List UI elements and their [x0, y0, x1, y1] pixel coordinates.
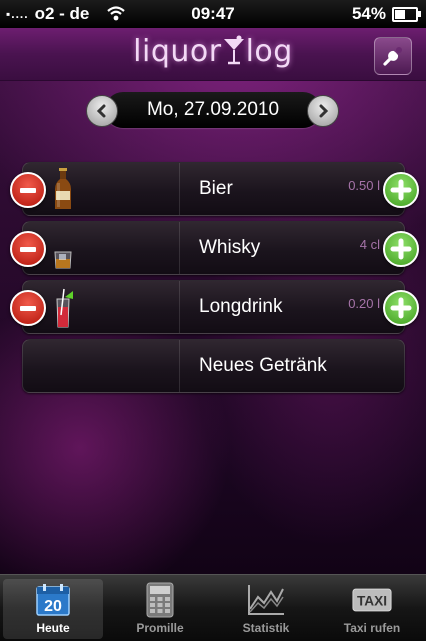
- drink-row-longdrink[interactable]: Longdrink 0.20 l: [22, 280, 405, 334]
- drink-amount: 0.50 l: [348, 178, 380, 193]
- tab-bar: 20 Heute Promille Statistik TAXI Taxi ru…: [0, 574, 426, 641]
- drink-name: Longdrink: [199, 296, 283, 317]
- current-date: Mo, 27.09.2010: [105, 92, 321, 128]
- status-bar: ▪.... o2 - de 09:47 54%: [0, 0, 426, 28]
- settings-button[interactable]: [374, 37, 412, 75]
- minus-icon: [20, 187, 36, 193]
- tab-label: Taxi rufen: [343, 621, 401, 635]
- add-bier-button[interactable]: [383, 172, 419, 208]
- whisky-glass-icon: [54, 251, 72, 269]
- drink-row-whisky[interactable]: Whisky 4 cl: [22, 221, 405, 275]
- martini-glass-icon: [223, 35, 244, 65]
- calculator-icon: [140, 581, 180, 619]
- calendar-icon: 20: [33, 581, 73, 619]
- logo-text-right: log: [245, 34, 293, 69]
- new-drink-label: Neues Getränk: [199, 355, 327, 376]
- tab-label: Promille: [136, 621, 184, 635]
- remove-whisky-button[interactable]: [10, 231, 46, 267]
- taxi-icon: TAXI: [352, 581, 392, 619]
- drink-amount: 4 cl: [359, 237, 380, 252]
- add-whisky-button[interactable]: [383, 231, 419, 267]
- beer-bottle-icon: [55, 168, 71, 209]
- minus-icon: [20, 305, 36, 311]
- battery-icon: [392, 6, 421, 22]
- tab-label: Heute: [36, 621, 70, 635]
- next-day-button[interactable]: [307, 95, 339, 127]
- chart-icon: [246, 581, 286, 619]
- chevron-left-icon: [96, 104, 106, 118]
- remove-bier-button[interactable]: [10, 172, 46, 208]
- wrench-icon: [383, 47, 402, 66]
- date-navigation: Mo, 27.09.2010: [0, 90, 426, 130]
- drink-name: Whisky: [199, 237, 261, 258]
- taxi-sign-text: TAXI: [357, 593, 387, 608]
- previous-day-button[interactable]: [86, 95, 118, 127]
- tab-heute[interactable]: 20 Heute: [3, 579, 103, 639]
- longdrink-glass-icon: [56, 288, 73, 328]
- drink-name: Bier: [199, 178, 233, 199]
- battery-percent: 54%: [351, 4, 386, 23]
- add-longdrink-button[interactable]: [383, 290, 419, 326]
- tab-taxi-rufen[interactable]: TAXI Taxi rufen: [322, 579, 422, 639]
- nav-bar: liquor log: [0, 28, 426, 81]
- remove-longdrink-button[interactable]: [10, 290, 46, 326]
- drink-row-bier[interactable]: Bier 0.50 l: [22, 162, 405, 216]
- app-screen: liquor log Mo, 27.09.2010 Bier 0.50 l Wh…: [0, 28, 426, 574]
- calendar-day: 20: [44, 598, 62, 615]
- minus-icon: [20, 246, 36, 252]
- new-drink-button[interactable]: Neues Getränk: [22, 339, 405, 393]
- chevron-right-icon: [319, 104, 329, 118]
- logo-text-left: liquor: [133, 34, 222, 69]
- tab-statistik[interactable]: Statistik: [216, 579, 316, 639]
- drink-amount: 0.20 l: [348, 296, 380, 311]
- tab-label: Statistik: [242, 621, 290, 635]
- tab-promille[interactable]: Promille: [110, 579, 210, 639]
- app-logo: liquor log: [0, 34, 426, 69]
